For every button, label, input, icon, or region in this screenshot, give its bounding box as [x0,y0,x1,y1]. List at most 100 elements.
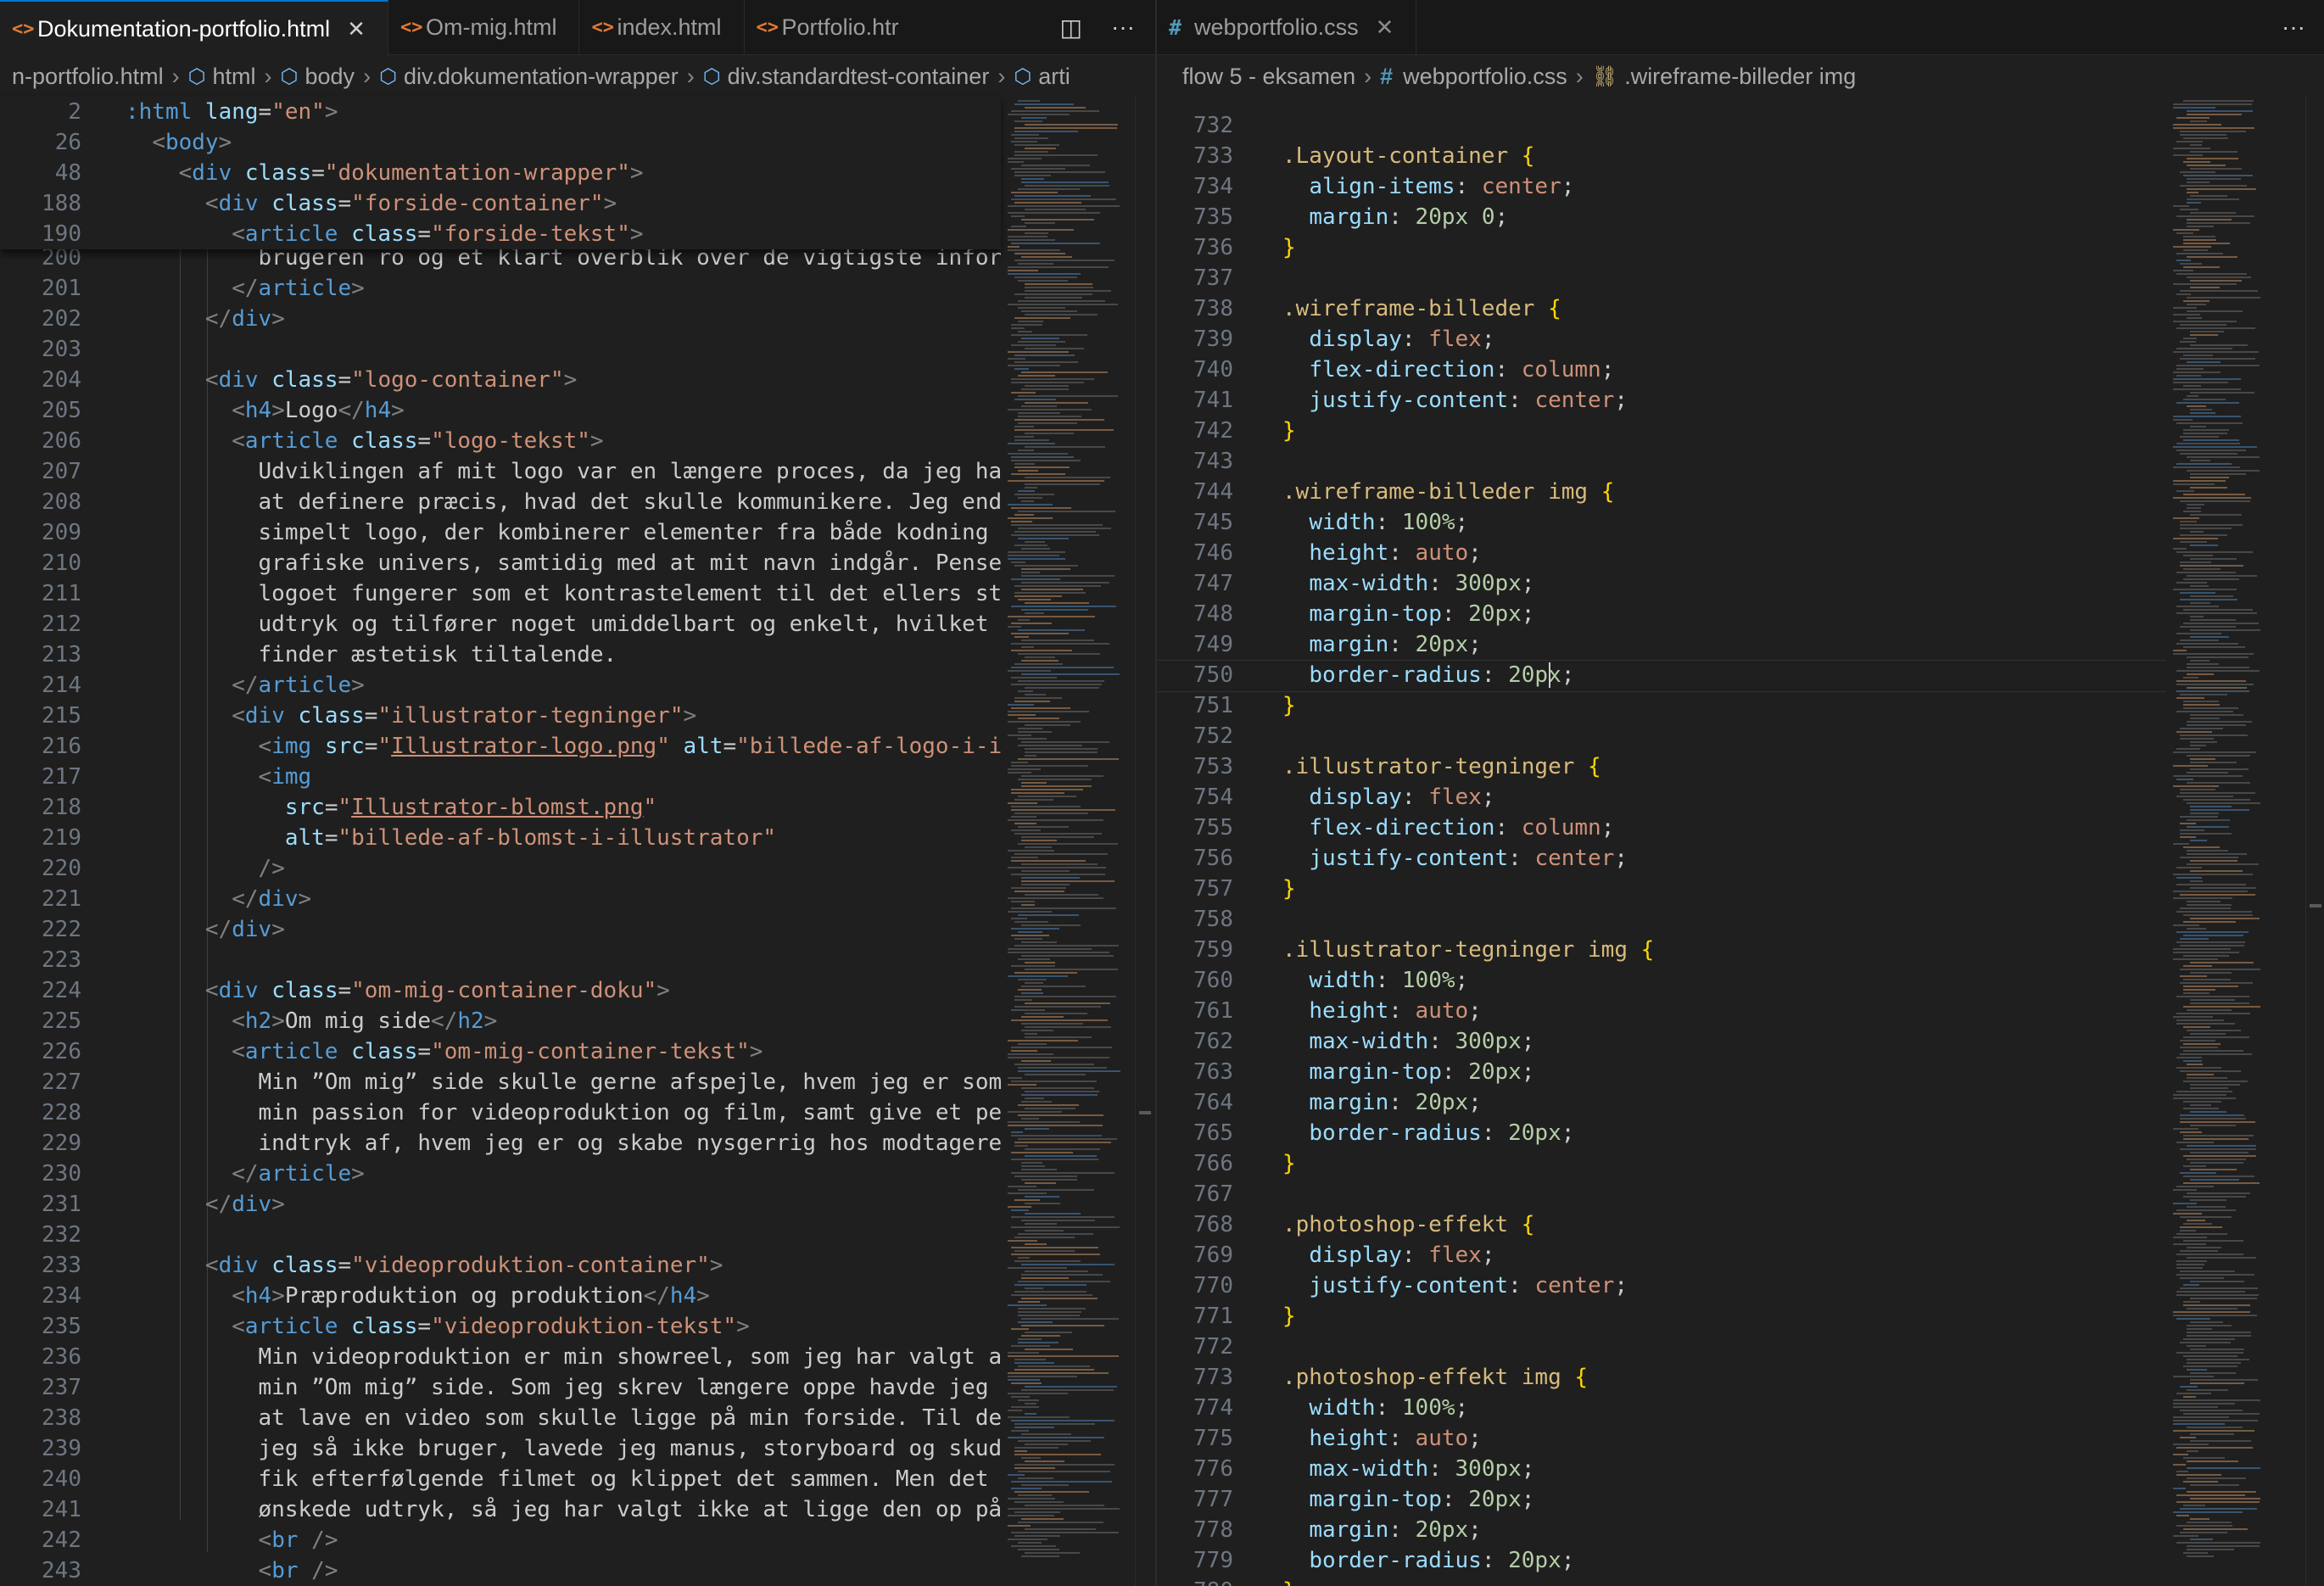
code-line[interactable]: 744 .wireframe-billeder img { [1157,477,2166,507]
code-line[interactable]: 227 Min ”Om mig” side skulle gerne afspe… [0,1067,1001,1097]
code-line[interactable]: 773 .photoshop-effekt img { [1157,1362,2166,1393]
code-line[interactable]: 749 margin: 20px; [1157,629,2166,660]
code-line[interactable]: 228 min passion for videoproduktion og f… [0,1097,1001,1128]
code-line[interactable]: 761 height: auto; [1157,996,2166,1026]
more-actions-icon[interactable]: ··· [1111,14,1135,41]
sticky-scroll-header[interactable]: 2:html lang="en"> 26 <body> 48 <div class=… [0,97,1001,249]
code-line[interactable]: 767 [1157,1179,2166,1209]
code-line[interactable]: 205 <h4>Logo</h4> [0,395,1001,426]
code-line[interactable]: 206 <article class="logo-tekst"> [0,426,1001,456]
code-line[interactable]: 734 align-items: center; [1157,171,2166,202]
code-line[interactable]: 2:html lang="en"> [0,97,1001,127]
breadcrumb-item-folder[interactable]: flow 5 - eksamen [1182,64,1355,90]
code-line[interactable]: 210 grafiske univers, samtidig med at mi… [0,548,1001,578]
code-line[interactable]: 26 <body> [0,127,1001,158]
code-line[interactable]: 779 border-radius: 20px; [1157,1545,2166,1576]
code-line[interactable]: 772 [1157,1332,2166,1362]
code-line[interactable]: 220 /> [0,853,1001,884]
code-line[interactable]: 231 </div> [0,1189,1001,1220]
vertical-scrollbar[interactable] [1135,97,1154,1586]
code-line[interactable]: 739 display: flex; [1157,324,2166,355]
code-line[interactable]: 742} [1157,416,2166,446]
breadcrumb-item-file[interactable]: webportfolio.css [1403,64,1567,90]
code-line[interactable]: 235 <article class="videoproduktion-teks… [0,1311,1001,1342]
code-line[interactable]: 225 <h2>Om mig side</h2> [0,1006,1001,1036]
code-line[interactable]: 757} [1157,874,2166,904]
code-line[interactable]: 743 [1157,446,2166,477]
code-line[interactable]: 208 at definere præcis, hvad det skulle … [0,487,1001,517]
code-line[interactable]: 239 jeg så ikke bruger, lavede jeg manus… [0,1433,1001,1464]
code-line[interactable]: 216 <img src="Illustrator-logo.png" alt=… [0,731,1001,762]
code-line[interactable]: 738 .wireframe-billeder { [1157,293,2166,324]
code-line[interactable]: 224 <div class="om-mig-container-doku"> [0,975,1001,1006]
code-line[interactable]: 241 ønskede udtryk, så jeg har valgt ikk… [0,1494,1001,1525]
code-line[interactable]: 775 height: auto; [1157,1423,2166,1454]
code-line[interactable]: 236 Min videoproduktion er min showreel,… [0,1342,1001,1372]
code-line[interactable]: 226 <article class="om-mig-container-tek… [0,1036,1001,1067]
tab-webportfolio-css[interactable]: # webportfolio.css ✕ [1157,0,1417,54]
scrollbar-thumb[interactable] [1139,1111,1151,1114]
code-line[interactable]: 190 <article class="forside-tekst"> [0,219,1001,249]
code-line[interactable]: 242 <br /> [0,1525,1001,1555]
code-line[interactable]: 232 [0,1220,1001,1250]
code-line[interactable]: 750 border-radius: 20px; [1157,660,2166,690]
breadcrumb-item-wrapper[interactable]: div.dokumentation-wrapper [404,64,679,90]
code-line[interactable]: 222 </div> [0,914,1001,945]
code-line[interactable]: 740 flex-direction: column; [1157,355,2166,385]
code-line[interactable]: 201 </article> [0,273,1001,304]
code-line[interactable]: 243 <br /> [0,1555,1001,1586]
code-line[interactable]: 217 <img [0,762,1001,792]
code-line[interactable]: 211 logoet fungerer som et kontrasteleme… [0,578,1001,609]
code-line[interactable]: 207 Udviklingen af mit logo var en længe… [0,456,1001,487]
code-line[interactable]: 214 </article> [0,670,1001,701]
code-line[interactable]: 219 alt="billede-af-blomst-i-illustrator… [0,823,1001,853]
code-line[interactable]: 778 margin: 20px; [1157,1515,2166,1545]
code-line[interactable]: 215 <div class="illustrator-tegninger"> [0,701,1001,731]
breadcrumb-item-article[interactable]: arti [1038,64,1070,90]
code-line[interactable]: 733 .Layout-container { [1157,141,2166,171]
close-icon[interactable]: ✕ [347,16,366,42]
vertical-scrollbar[interactable] [2305,97,2324,1586]
minimap[interactable] [1001,97,1133,1586]
tab-om-mig[interactable]: <> Om-mig.html [388,0,580,54]
breadcrumb-item-body[interactable]: body [305,64,355,90]
code-line[interactable]: 780} [1157,1576,2166,1586]
code-line[interactable]: 774 width: 100%; [1157,1393,2166,1423]
breadcrumb-item-file[interactable]: n-portfolio.html [12,64,164,90]
code-line[interactable]: 747 max-width: 300px; [1157,568,2166,599]
code-line[interactable]: 755 flex-direction: column; [1157,813,2166,843]
code-line[interactable]: 218 src="Illustrator-blomst.png" [0,792,1001,823]
code-line[interactable]: 233 <div class="videoproduktion-containe… [0,1250,1001,1281]
split-editor-icon[interactable]: ◫ [1060,14,1082,42]
code-line[interactable]: 212 udtryk og tilfører noget umiddelbart… [0,609,1001,639]
code-line[interactable]: 48 <div class="dokumentation-wrapper"> [0,158,1001,188]
code-line[interactable]: 748 margin-top: 20px; [1157,599,2166,629]
code-line[interactable]: 763 margin-top: 20px; [1157,1057,2166,1087]
code-line[interactable]: 745 width: 100%; [1157,507,2166,538]
code-line[interactable]: 213 finder æstetisk tiltalende. [0,639,1001,670]
code-line[interactable]: 203 [0,334,1001,365]
minimap[interactable] [2166,97,2302,1586]
close-icon[interactable]: ✕ [1376,14,1394,41]
code-line[interactable]: 736} [1157,232,2166,263]
code-line[interactable]: 777 margin-top: 20px; [1157,1484,2166,1515]
code-line[interactable]: 751} [1157,690,2166,721]
code-line[interactable]: 230 </article> [0,1159,1001,1189]
code-line[interactable]: 762 max-width: 300px; [1157,1026,2166,1057]
code-line[interactable]: 756 justify-content: center; [1157,843,2166,874]
code-line[interactable]: 741 justify-content: center; [1157,385,2166,416]
code-line[interactable]: 770 justify-content: center; [1157,1270,2166,1301]
code-line[interactable]: 188 <div class="forside-container"> [0,188,1001,219]
code-line[interactable]: 237 min ”Om mig” side. Som jeg skrev læn… [0,1372,1001,1403]
code-line[interactable]: 221 </div> [0,884,1001,914]
tab-index[interactable]: <> index.html [579,0,745,54]
code-line[interactable]: 737 [1157,263,2166,293]
tab-dokumentation-portfolio[interactable]: <> Dokumentation-portfolio.html ✕ [0,0,388,56]
code-line[interactable]: 769 display: flex; [1157,1240,2166,1270]
html-code-editor[interactable]: 200 brugeren ro og et klart overblik ove… [0,97,1001,1586]
code-line[interactable]: 746 height: auto; [1157,538,2166,568]
code-line[interactable]: 753 .illustrator-tegninger { [1157,751,2166,782]
breadcrumb-item-container[interactable]: div.standardtest-container [728,64,990,90]
code-line[interactable]: 754 display: flex; [1157,782,2166,813]
code-line[interactable]: 765 border-radius: 20px; [1157,1118,2166,1148]
